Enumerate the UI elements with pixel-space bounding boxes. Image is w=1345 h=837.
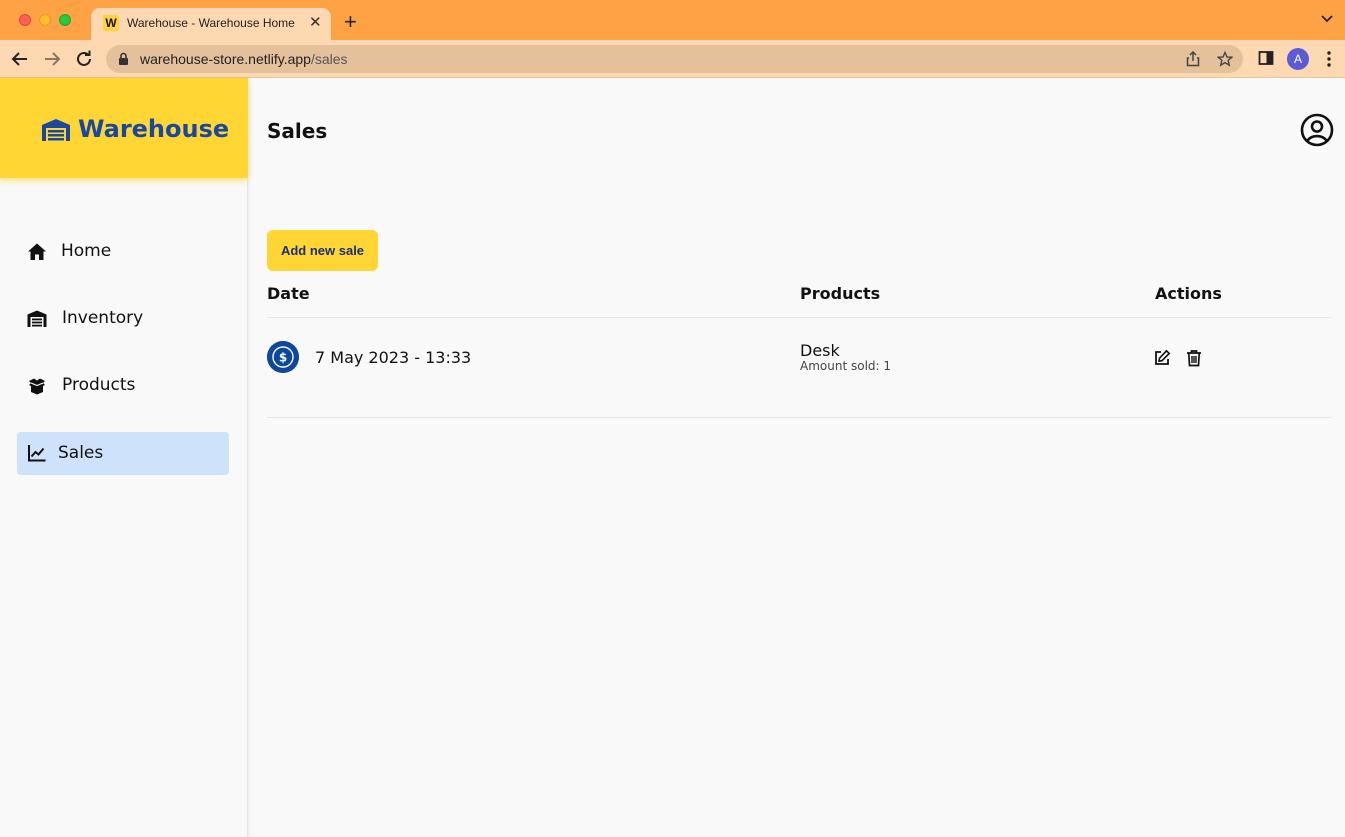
trash-icon[interactable]	[1185, 349, 1203, 367]
close-tab-icon[interactable]: ✕	[309, 14, 322, 32]
zoom-window-button[interactable]	[59, 14, 71, 26]
amount-sold: Amount sold: 1	[800, 359, 892, 373]
dollar-coin-icon: $	[267, 341, 299, 373]
forward-arrow-icon[interactable]	[43, 50, 61, 68]
minimize-window-button[interactable]	[39, 14, 51, 26]
warehouse-icon	[27, 310, 47, 327]
brand-name: Warehouse	[78, 115, 230, 143]
address-bar[interactable]: warehouse-store.netlify.app/sales	[106, 45, 1243, 73]
column-header-actions: Actions	[1155, 284, 1222, 303]
product-name: Desk	[800, 341, 840, 360]
side-panel-icon[interactable]	[1258, 50, 1274, 66]
column-header-products: Products	[800, 284, 881, 303]
sale-date: 7 May 2023 - 13:33	[315, 348, 472, 367]
svg-text:$: $	[279, 351, 287, 365]
tab-title: Warehouse - Warehouse Home	[127, 16, 295, 30]
new-tab-icon[interactable]: +	[344, 10, 357, 34]
warehouse-icon	[42, 119, 70, 141]
lock-icon	[119, 52, 128, 65]
profile-avatar[interactable]: A	[1287, 48, 1309, 70]
back-arrow-icon[interactable]	[11, 50, 29, 68]
tab-favicon: W	[103, 15, 119, 31]
reload-icon[interactable]	[75, 50, 93, 68]
bookmark-star-icon[interactable]	[1217, 51, 1233, 67]
url-host: warehouse-store.netlify.app	[140, 51, 311, 67]
sidebar-item-home[interactable]: Home	[17, 230, 229, 273]
account-circle-icon[interactable]	[1300, 113, 1334, 147]
sidebar-item-sales[interactable]: Sales	[17, 432, 229, 475]
sidebar-item-label: Home	[61, 241, 112, 261]
edit-icon[interactable]	[1153, 349, 1171, 367]
main-content: Sales Add new sale Date Products Actions…	[249, 78, 1345, 837]
sidebar: Warehouse Home Inventory Products Sales	[0, 78, 248, 837]
page-title: Sales	[267, 119, 328, 143]
share-icon[interactable]	[1186, 51, 1200, 67]
home-icon	[28, 243, 46, 260]
brand-header[interactable]: Warehouse	[0, 78, 248, 178]
sidebar-item-inventory[interactable]: Inventory	[17, 297, 229, 340]
browser-toolbar: warehouse-store.netlify.app/sales A	[0, 40, 1345, 78]
column-header-date: Date	[267, 284, 310, 303]
sidebar-item-label: Sales	[58, 443, 104, 463]
boxes-icon	[29, 378, 45, 395]
add-new-sale-button[interactable]: Add new sale	[267, 230, 378, 271]
sidebar-item-label: Inventory	[62, 308, 144, 328]
row-divider	[267, 417, 1332, 418]
sidebar-item-products[interactable]: Products	[17, 364, 229, 407]
url-path: /sales	[310, 51, 348, 67]
chevron-down-icon[interactable]	[1321, 14, 1333, 24]
url-text[interactable]: warehouse-store.netlify.app/sales	[140, 51, 348, 67]
header-divider	[267, 317, 1332, 318]
chart-line-icon	[28, 445, 46, 462]
browser-titlebar: W Warehouse - Warehouse Home ✕ +	[0, 0, 1345, 40]
browser-tab[interactable]: W Warehouse - Warehouse Home ✕	[91, 8, 331, 40]
close-window-button[interactable]	[19, 14, 31, 26]
more-options-icon[interactable]	[1326, 50, 1332, 68]
sidebar-item-label: Products	[62, 375, 136, 395]
